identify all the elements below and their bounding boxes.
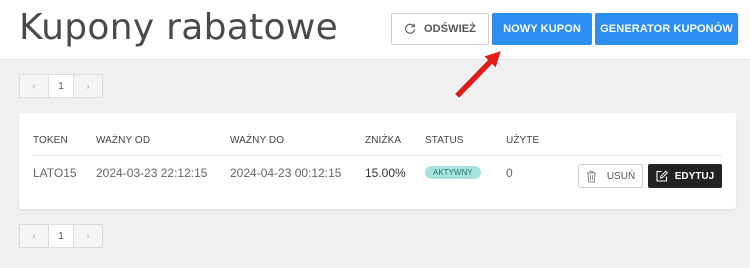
- column-header-used: UŻYTE: [506, 135, 540, 146]
- coupons-table-card: TOKEN WAŻNY OD WAŻNY DO ZNIŻKA STATUS UŻ…: [19, 113, 736, 209]
- pagination-top: ‹ 1 ›: [19, 74, 103, 98]
- edit-icon: [656, 170, 668, 182]
- delete-button[interactable]: USUŃ: [578, 164, 643, 188]
- column-header-valid-to: WAŻNY DO: [230, 135, 285, 146]
- trash-icon: [586, 170, 597, 183]
- column-header-token: TOKEN: [33, 135, 68, 146]
- cell-discount: 15.00%: [365, 166, 406, 180]
- page-number-button[interactable]: 1: [48, 74, 74, 98]
- refresh-button[interactable]: ODŚWIEŻ: [391, 13, 489, 45]
- cell-token: LATO15: [33, 166, 77, 180]
- status-badge: AKTYWNY: [425, 166, 481, 179]
- cell-valid-to: 2024-04-23 00:12:15: [230, 166, 342, 180]
- next-page-button[interactable]: ›: [73, 224, 103, 248]
- coupon-generator-button[interactable]: GENERATOR KUPONÓW: [595, 13, 738, 45]
- cell-used: 0: [506, 166, 513, 180]
- annotation-arrow: [453, 49, 503, 100]
- refresh-icon: [404, 23, 416, 35]
- refresh-button-label: ODŚWIEŻ: [423, 23, 477, 35]
- prev-page-button[interactable]: ‹: [19, 74, 49, 98]
- page-title: Kupony rabatowe: [19, 7, 339, 48]
- column-header-valid-from: WAŻNY OD: [96, 135, 151, 146]
- new-coupon-button[interactable]: NOWY KUPON: [492, 13, 592, 45]
- next-page-button[interactable]: ›: [73, 74, 103, 98]
- page-header: Kupony rabatowe ODŚWIEŻ NOWY KUPON GENER…: [0, 0, 750, 60]
- edit-button-label: EDYTUJ: [674, 170, 715, 182]
- column-header-status: STATUS: [425, 135, 464, 146]
- edit-button[interactable]: EDYTUJ: [648, 164, 722, 188]
- table-header-divider: [32, 155, 722, 156]
- cell-valid-from: 2024-03-23 22:12:15: [96, 166, 208, 180]
- prev-page-button[interactable]: ‹: [19, 224, 49, 248]
- column-header-discount: ZNIŻKA: [365, 135, 402, 146]
- delete-button-label: USUŃ: [606, 170, 636, 182]
- pagination-bottom: ‹ 1 ›: [19, 224, 103, 248]
- page-number-button[interactable]: 1: [48, 224, 74, 248]
